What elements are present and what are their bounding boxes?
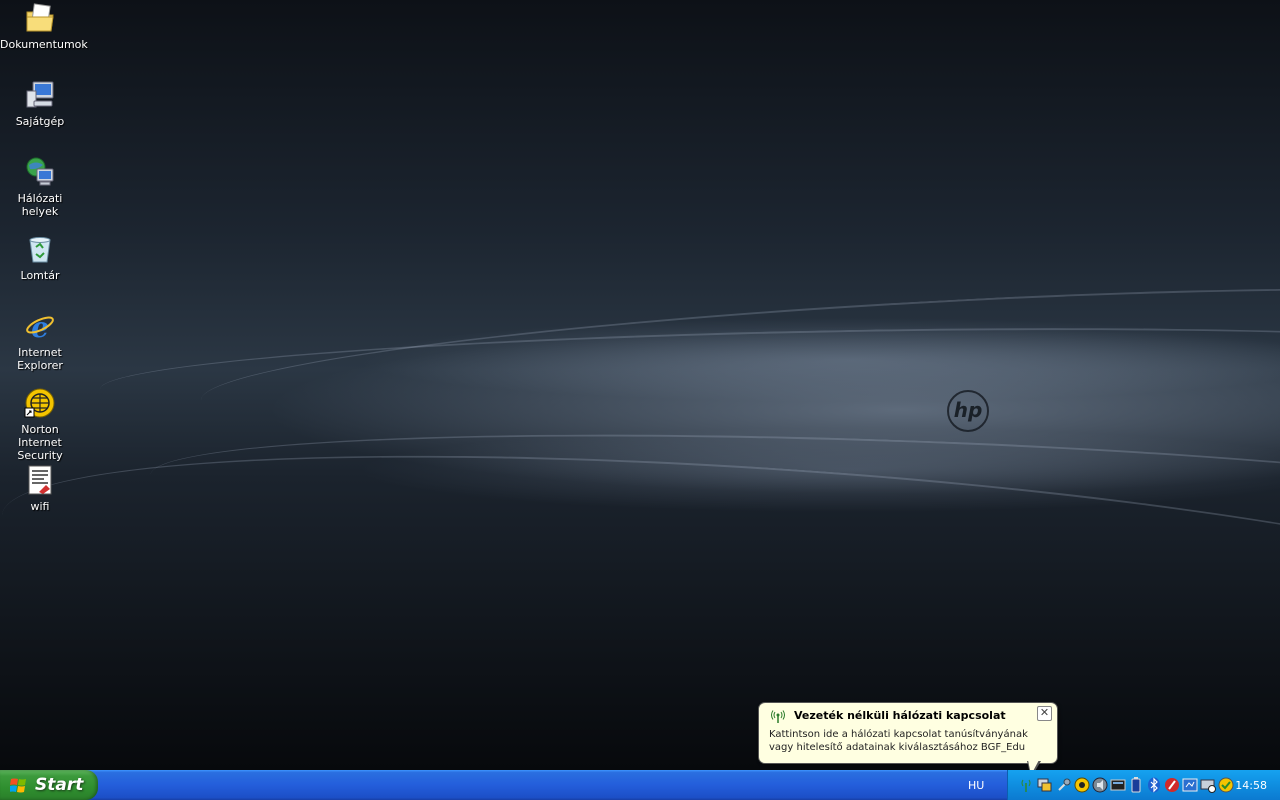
monitor-icon[interactable] <box>1182 777 1198 793</box>
my-computer-icon <box>26 81 54 108</box>
clock[interactable]: 14:58 <box>1235 779 1267 792</box>
balloon-message[interactable]: Kattintson ide a hálózati kapcsolat tanú… <box>769 728 1054 754</box>
security-center-icon[interactable] <box>1218 777 1234 793</box>
display-icon[interactable] <box>1110 777 1126 793</box>
desktop-icon-label: Internet Explorer <box>17 346 63 372</box>
desktop-icon-recycle-bin[interactable]: Lomtár <box>0 233 80 282</box>
safely-remove-icon[interactable] <box>1200 777 1216 793</box>
norton-shield-icon[interactable] <box>1074 777 1090 793</box>
desktop-icon-network-places[interactable]: Hálózati helyek <box>0 156 80 218</box>
satellite-icon[interactable] <box>1056 777 1072 793</box>
sound-icon[interactable] <box>1092 777 1108 793</box>
windows-flag-icon <box>10 778 26 793</box>
desktop-icon-norton[interactable]: Norton Internet Security <box>0 387 80 462</box>
desktop-icon-label: Dokumentumok <box>0 38 88 51</box>
balloon-title: Vezeték nélküli hálózati kapcsolat <box>794 709 1006 722</box>
start-button[interactable]: Start <box>0 770 98 800</box>
antivirus-icon[interactable] <box>1164 777 1180 793</box>
desktop-icon-label: Sajátgép <box>15 115 65 128</box>
desktop-icon-internet-explorer[interactable]: e Internet Explorer <box>0 310 80 372</box>
network-connection-icon[interactable] <box>1036 777 1052 793</box>
desktop-icon-my-computer[interactable]: Sajátgép <box>0 79 80 128</box>
bluetooth-icon[interactable] <box>1146 777 1162 793</box>
wireless-network-icon[interactable] <box>1018 777 1034 793</box>
desktop-icon-label: wifi <box>30 500 50 513</box>
balloon-close-button[interactable]: ✕ <box>1037 706 1052 721</box>
my-documents-icon <box>26 3 54 32</box>
start-label: Start <box>35 775 84 795</box>
notification-balloon[interactable]: Vezeték nélküli hálózati kapcsolat ✕ Kat… <box>758 702 1058 778</box>
language-indicator[interactable]: HU <box>968 779 984 792</box>
desktop-icon-wifi[interactable]: wifi <box>0 464 80 513</box>
document-icon <box>28 465 52 495</box>
battery-icon[interactable] <box>1128 777 1144 793</box>
taskbar: Start HU 14:58 <box>0 770 1280 800</box>
desktop-icon-label: Lomtár <box>20 269 60 282</box>
recycle-bin-icon <box>29 237 51 263</box>
wireless-network-icon <box>771 710 785 723</box>
system-tray: 14:58 <box>1007 770 1280 800</box>
desktop-icon-documents[interactable]: Dokumentumok <box>0 2 88 51</box>
desktop-icon-label: Norton Internet Security <box>17 423 63 462</box>
desktop-icon-label: Hálózati helyek <box>17 192 63 218</box>
hp-logo: hp <box>947 390 989 432</box>
network-places-icon <box>26 157 54 186</box>
desktop: hp Dokumentumok Sajátgép Hálózati helyek <box>0 0 1280 770</box>
norton-icon <box>24 388 55 418</box>
internet-explorer-icon: e <box>26 311 54 342</box>
